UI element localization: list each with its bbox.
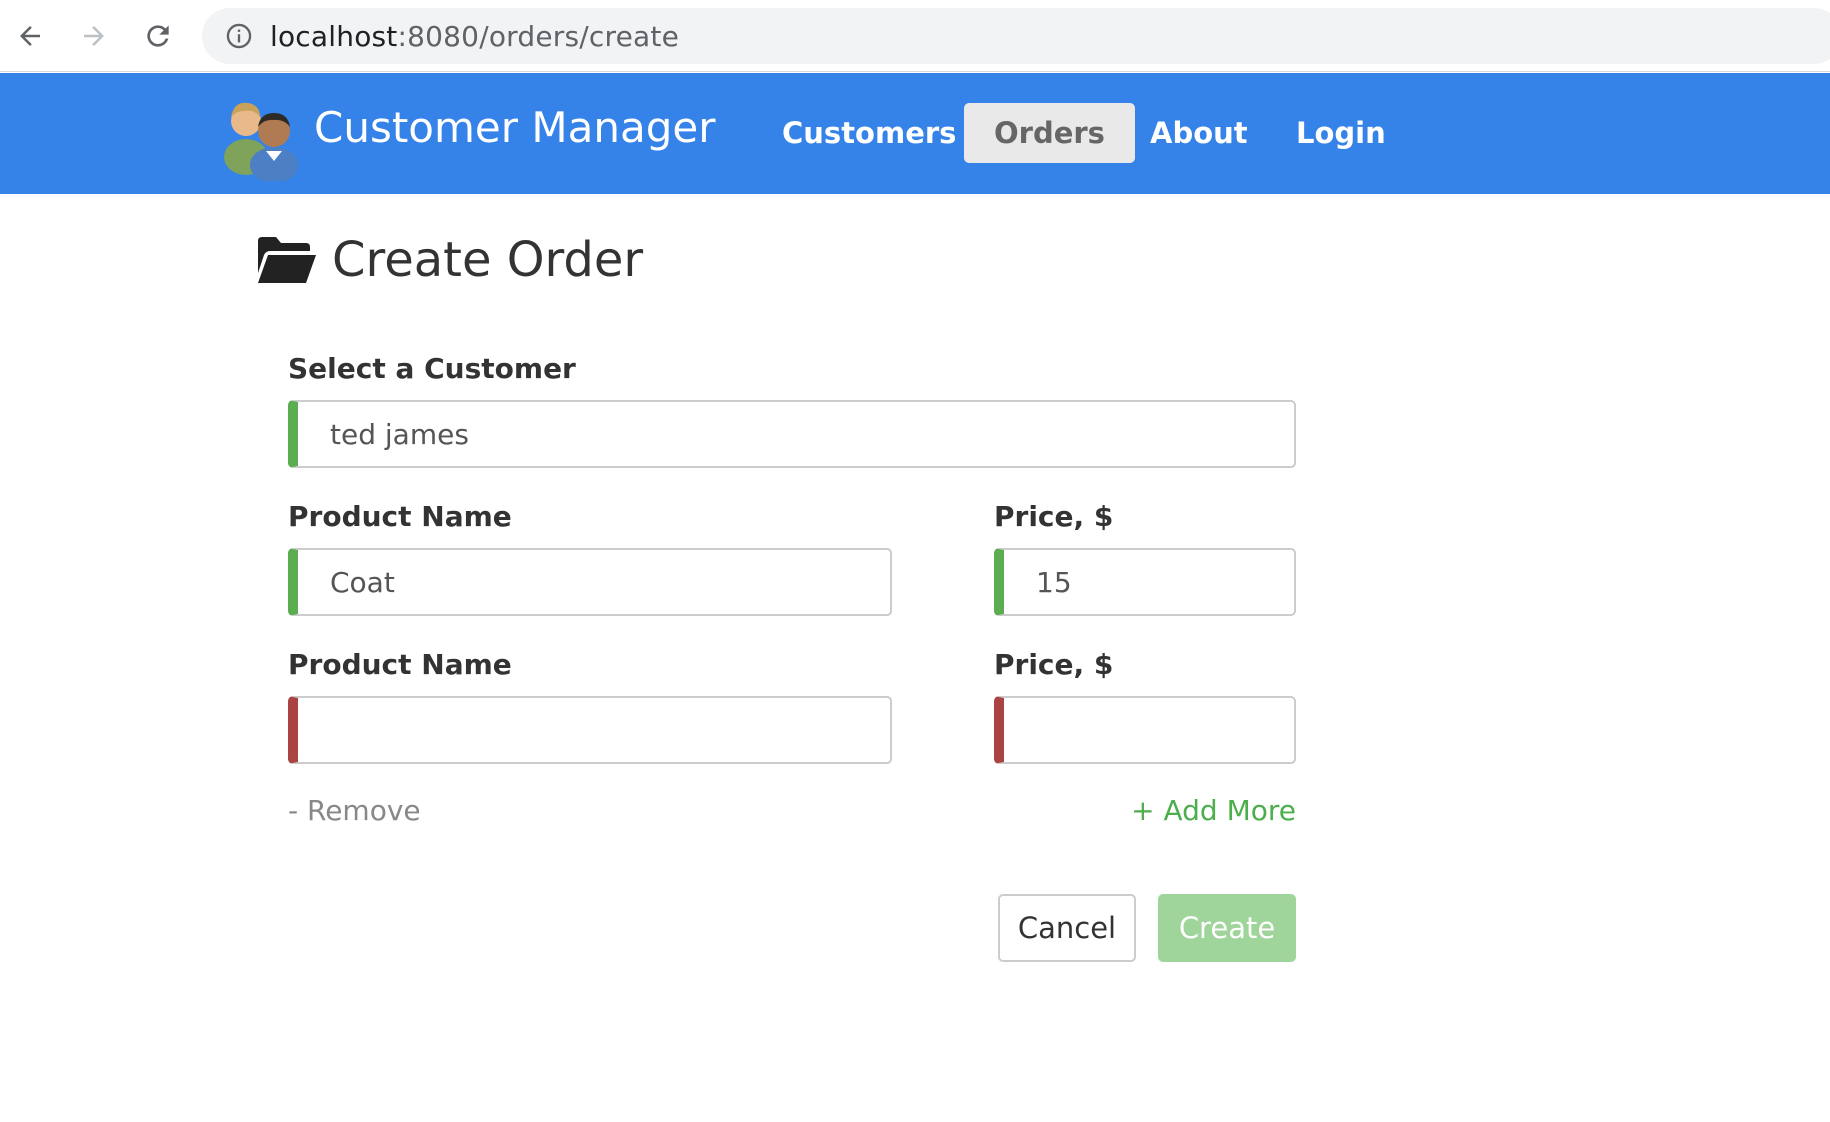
remove-link[interactable]: - Remove bbox=[288, 794, 421, 827]
brand-title[interactable]: Customer Manager bbox=[314, 103, 715, 152]
folder-open-icon bbox=[258, 237, 316, 283]
price-input[interactable] bbox=[994, 548, 1296, 616]
product-name-input[interactable] bbox=[288, 548, 892, 616]
address-bar[interactable]: localhost:8080/orders/create bbox=[202, 8, 1830, 64]
reload-button[interactable] bbox=[136, 14, 180, 58]
url-text: localhost:8080/orders/create bbox=[270, 20, 679, 53]
arrow-left-icon bbox=[20, 26, 40, 46]
nav-item-customers[interactable]: Customers bbox=[752, 103, 986, 163]
forward-button[interactable] bbox=[72, 14, 116, 58]
reload-icon bbox=[147, 25, 169, 47]
price-label: Price, $ bbox=[994, 648, 1114, 681]
nav-item-orders[interactable]: Orders bbox=[964, 103, 1135, 163]
page-title: Create Order bbox=[332, 232, 644, 288]
nav-item-about[interactable]: About bbox=[1120, 103, 1278, 163]
price-input[interactable] bbox=[994, 696, 1296, 764]
customer-input[interactable] bbox=[288, 400, 1296, 468]
cancel-button[interactable]: Cancel bbox=[998, 894, 1136, 962]
create-button[interactable]: Create bbox=[1158, 894, 1296, 962]
back-button[interactable] bbox=[8, 14, 52, 58]
page-heading: Create Order bbox=[256, 232, 643, 288]
product-name-label: Product Name bbox=[288, 648, 512, 681]
url-host: localhost bbox=[270, 19, 398, 53]
customer-label: Select a Customer bbox=[288, 352, 576, 385]
app-navbar: Customer Manager Customers Orders About … bbox=[0, 73, 1830, 194]
browser-toolbar: localhost:8080/orders/create bbox=[0, 0, 1830, 72]
info-icon[interactable] bbox=[224, 21, 254, 51]
customers-logo-icon bbox=[224, 102, 298, 181]
price-label: Price, $ bbox=[994, 500, 1114, 533]
arrow-right-icon bbox=[84, 26, 104, 46]
nav-item-login[interactable]: Login bbox=[1266, 103, 1416, 163]
product-name-label: Product Name bbox=[288, 500, 512, 533]
product-name-input[interactable] bbox=[288, 696, 892, 764]
add-more-link[interactable]: + Add More bbox=[1131, 794, 1296, 827]
url-path: :8080/orders/create bbox=[397, 19, 679, 53]
